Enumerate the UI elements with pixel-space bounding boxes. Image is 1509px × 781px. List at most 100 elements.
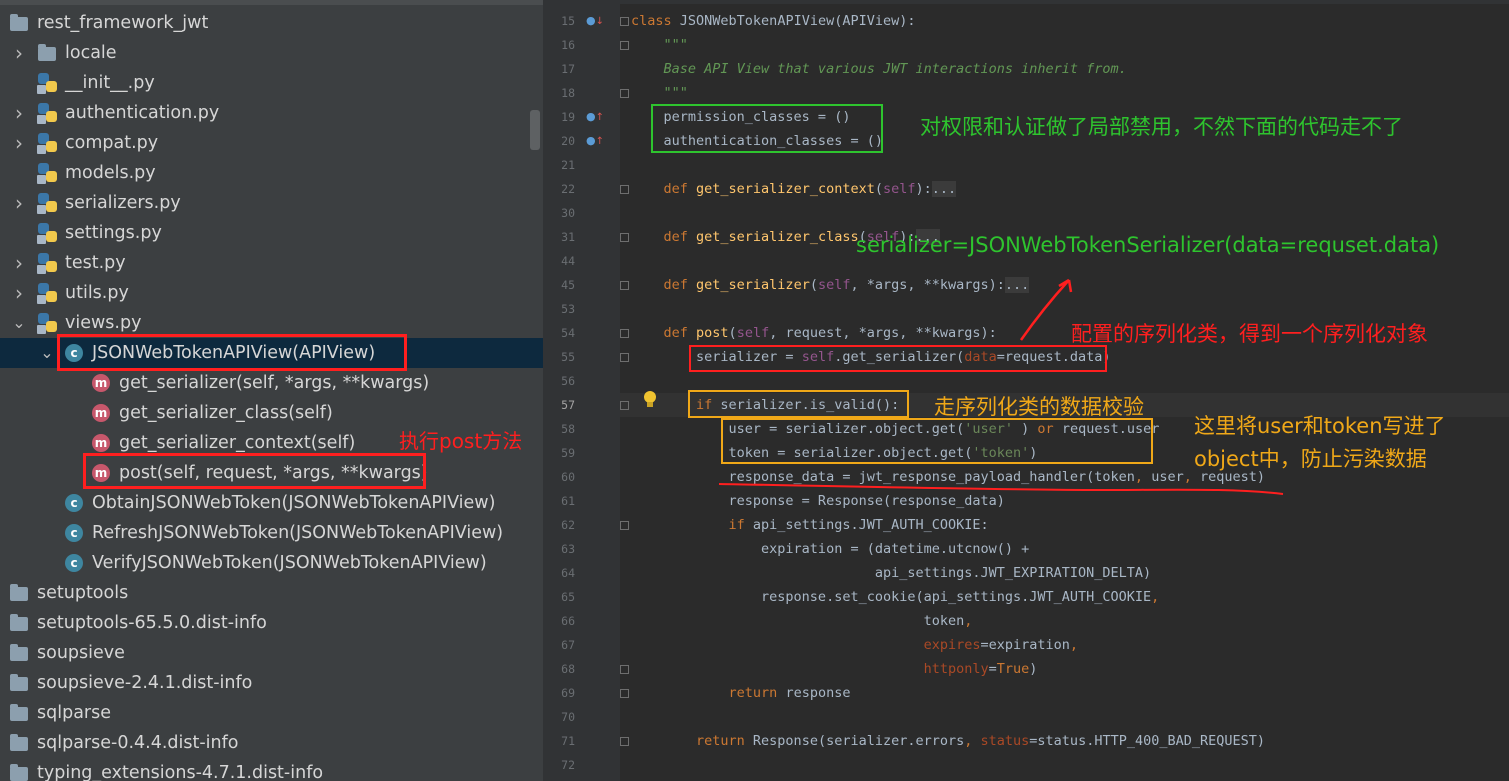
folder-icon [10, 614, 28, 631]
line-number: 31 [561, 230, 575, 244]
code-line[interactable]: if api_settings.JWT_AUTH_COOKIE: [631, 513, 989, 537]
tree-item[interactable]: soupsieve-2.4.1.dist-info [0, 668, 543, 698]
code-line[interactable]: class JSONWebTokenAPIView(APIView): [631, 9, 915, 33]
line-number: 67 [561, 638, 575, 652]
tree-item-label: locale [65, 43, 117, 63]
folder-icon [38, 44, 56, 61]
python-file-icon [37, 313, 58, 334]
folder-icon [10, 764, 28, 781]
code-line[interactable]: expiration = (datetime.utcnow() + [631, 537, 1029, 561]
code-line[interactable]: api_settings.JWT_EXPIRATION_DELTA) [631, 561, 1151, 585]
fold-marker-icon[interactable] [620, 353, 629, 362]
tree-item-label: serializers.py [65, 193, 181, 213]
fold-marker-icon[interactable] [620, 281, 629, 290]
override-up-icon[interactable]: ●↑ [586, 105, 604, 129]
fold-marker-icon[interactable] [620, 233, 629, 242]
code-editor[interactable]: 15 16 17 18 19 20 21 22 30 31 44 45 53 54 55 56 57 58 59 60… [543, 0, 1509, 781]
tree-item[interactable]: soupsieve [0, 638, 543, 668]
tree-item[interactable]: sqlparse-0.4.4.dist-info [0, 728, 543, 758]
chevron-right-icon[interactable]: › [12, 98, 26, 128]
tree-item[interactable]: › compat.py [0, 128, 543, 158]
code-line[interactable]: def get_serializer(self, *args, **kwargs… [631, 273, 1030, 297]
tree-item[interactable]: settings.py [0, 218, 543, 248]
line-number: 61 [561, 494, 575, 508]
tree-item[interactable]: m get_serializer_class(self) [0, 398, 543, 428]
tree-item[interactable]: › authentication.py [0, 98, 543, 128]
tree-item[interactable]: c RefreshJSONWebToken(JSONWebTokenAPIView… [0, 518, 543, 548]
tree-item[interactable]: typing_extensions-4.7.1.dist-info [0, 758, 543, 781]
tree-item[interactable]: __init__.py [0, 68, 543, 98]
annotation-configured-serializer: 配置的序列化类，得到一个序列化对象 [1071, 322, 1428, 346]
python-file-icon [37, 163, 58, 184]
tree-item[interactable]: › locale [0, 38, 543, 68]
tree-item-label: RefreshJSONWebToken(JSONWebTokenAPIView) [92, 523, 504, 543]
tree-item[interactable]: c ObtainJSONWebToken(JSONWebTokenAPIView) [0, 488, 543, 518]
tree-item[interactable]: m get_serializer(self, *args, **kwargs) [0, 368, 543, 398]
line-number: 22 [561, 182, 575, 196]
fold-marker-icon[interactable] [620, 17, 629, 26]
chevron-right-icon[interactable]: › [12, 278, 26, 308]
code-line[interactable]: """ [631, 81, 688, 105]
python-file-icon [37, 283, 58, 304]
fold-marker-icon[interactable] [620, 185, 629, 194]
lightbulb-icon[interactable] [643, 391, 657, 407]
override-down-icon[interactable]: ●↓ [586, 9, 604, 33]
code-line[interactable]: httponly=True) [631, 657, 1038, 681]
tree-item-label: compat.py [65, 133, 159, 153]
code-line[interactable]: """ [631, 33, 688, 57]
code-line[interactable]: expires=expiration, [631, 633, 1078, 657]
tree-item[interactable]: rest_framework_jwt [0, 8, 543, 38]
annotation-validate: 走序列化类的数据校验 [934, 395, 1144, 419]
tree-item[interactable]: › serializers.py [0, 188, 543, 218]
line-number: 59 [561, 446, 575, 460]
chevron-right-icon[interactable]: › [12, 248, 26, 278]
tree-item[interactable]: setuptools [0, 578, 543, 608]
fold-marker-icon[interactable] [620, 521, 629, 530]
chevron-right-icon[interactable]: › [12, 38, 26, 68]
highlight-box-post [83, 453, 426, 489]
override-up-icon[interactable]: ●↑ [586, 129, 604, 153]
line-number: 20 [561, 134, 575, 148]
tree-scrollbar-thumb[interactable] [530, 110, 540, 150]
fold-marker-icon[interactable] [620, 737, 629, 746]
line-number: 17 [561, 62, 575, 76]
folder-icon [10, 644, 28, 661]
chevron-right-icon[interactable]: › [12, 128, 26, 158]
fold-marker-icon[interactable] [620, 41, 629, 50]
code-line[interactable]: def post(self, request, *args, **kwargs)… [631, 321, 997, 345]
chevron-down-icon[interactable]: ⌄ [12, 308, 26, 338]
tree-item[interactable]: models.py [0, 158, 543, 188]
folder-icon [10, 14, 28, 31]
tree-item[interactable]: sqlparse [0, 698, 543, 728]
fold-marker-icon[interactable] [620, 665, 629, 674]
code-line[interactable]: def get_serializer_context(self):... [631, 177, 957, 201]
fold-marker-icon[interactable] [620, 689, 629, 698]
code-line[interactable]: response.set_cookie(api_settings.JWT_AUT… [631, 585, 1159, 609]
tree-item[interactable]: › test.py [0, 248, 543, 278]
code-line[interactable]: token, [631, 609, 973, 633]
chevron-down-icon[interactable]: ⌄ [40, 338, 54, 368]
tree-item[interactable]: c VerifyJSONWebToken(JSONWebTokenAPIView) [0, 548, 543, 578]
tree-item-label: sqlparse [37, 703, 111, 723]
tree-item-label: VerifyJSONWebToken(JSONWebTokenAPIView) [92, 553, 487, 573]
annotation-write-object-2: object中，防止污染数据 [1194, 447, 1427, 471]
tree-item-label: setuptools [37, 583, 129, 603]
code-line[interactable]: Base API View that various JWT interacti… [631, 57, 1127, 81]
tree-item-label: soupsieve-2.4.1.dist-info [37, 673, 253, 693]
line-number-gutter: 15 16 17 18 19 20 21 22 30 31 44 45 53 54 55 56 57 58 59 60… [543, 0, 620, 781]
code-line[interactable]: return response [631, 681, 851, 705]
line-number: 56 [561, 374, 575, 388]
line-number: 16 [561, 38, 575, 52]
line-number: 45 [561, 278, 575, 292]
fold-marker-icon[interactable] [620, 329, 629, 338]
chevron-right-icon[interactable]: › [12, 188, 26, 218]
tree-item[interactable]: › utils.py [0, 278, 543, 308]
tree-item-label: rest_framework_jwt [37, 13, 209, 33]
python-file-icon [37, 253, 58, 274]
fold-marker-icon[interactable] [620, 401, 629, 410]
tree-item-label: authentication.py [65, 103, 220, 123]
tree-item[interactable]: setuptools-65.5.0.dist-info [0, 608, 543, 638]
fold-marker-icon[interactable] [620, 89, 629, 98]
code-line[interactable]: return Response(serializer.errors, statu… [631, 729, 1265, 753]
project-tree-panel[interactable]: rest_framework_jwt › locale __init__.py › aut… [0, 0, 543, 781]
